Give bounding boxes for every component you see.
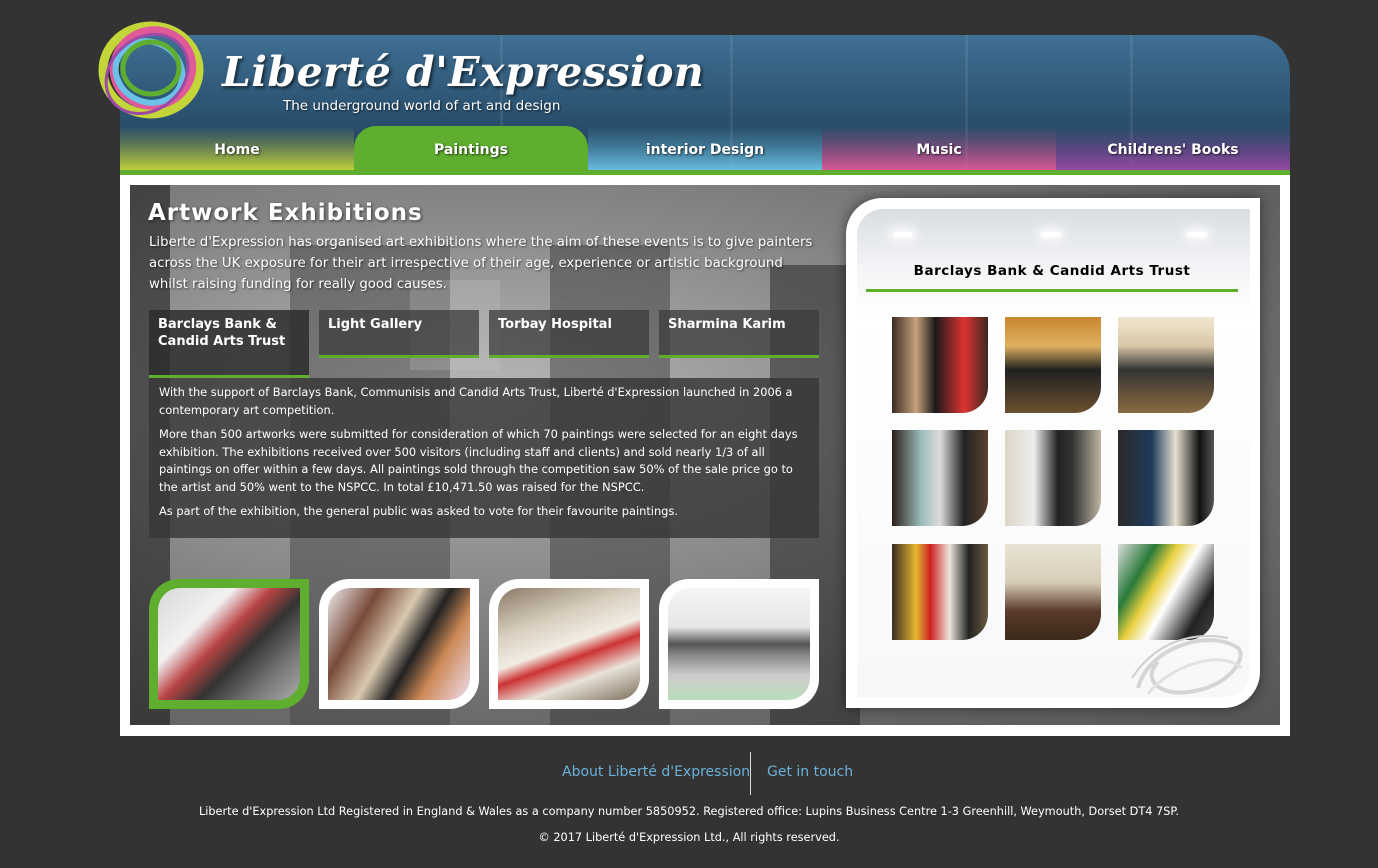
spotlight-icon bbox=[893, 232, 913, 237]
nav-item-childrens-books[interactable]: Childrens' Books bbox=[1056, 126, 1290, 172]
logo-subtitle: The underground world of art and design bbox=[283, 98, 561, 114]
decorative-swirl-icon bbox=[1131, 635, 1243, 695]
gallery-photo[interactable] bbox=[892, 430, 988, 526]
logo-title[interactable]: Liberté d'Expression bbox=[222, 48, 704, 96]
intro-text: Liberte d'Expression has organised art e… bbox=[149, 235, 813, 292]
page-title: Artwork Exhibitions bbox=[148, 200, 423, 226]
gallery-photo[interactable] bbox=[1005, 544, 1101, 640]
gallery-photo[interactable] bbox=[1005, 317, 1101, 413]
exhibition-thumbnail[interactable] bbox=[149, 579, 309, 709]
spotlight-icon bbox=[1041, 232, 1061, 237]
exhibition-photo bbox=[158, 588, 300, 700]
tab-label: Barclays Bank & Candid Arts Trust bbox=[158, 317, 286, 349]
exhibition-photo bbox=[328, 588, 470, 700]
contact-link[interactable]: Get in touch bbox=[767, 764, 853, 780]
main-nav: Home Paintings interior Design Music Chi… bbox=[120, 126, 1290, 172]
nav-item-label: Childrens' Books bbox=[1107, 142, 1239, 158]
nav-item-label: Home bbox=[214, 142, 260, 158]
tab-barclays-bank[interactable]: Barclays Bank & Candid Arts Trust bbox=[149, 310, 309, 378]
nav-item-label: Paintings bbox=[434, 142, 508, 158]
spotlight-icon bbox=[1187, 232, 1207, 237]
nav-item-interior-design[interactable]: interior Design bbox=[588, 126, 822, 172]
gallery-title: Barclays Bank & Candid Arts Trust bbox=[913, 263, 1191, 279]
footer-copyright: © 2017 Liberté d'Expression Ltd., All ri… bbox=[538, 831, 840, 844]
footer-divider bbox=[750, 752, 751, 795]
nav-item-music[interactable]: Music bbox=[822, 126, 1056, 172]
exhibition-thumbnail[interactable] bbox=[489, 579, 649, 709]
gallery-photo[interactable] bbox=[892, 317, 988, 413]
footer-registration: Liberte d'Expression Ltd Registered in E… bbox=[198, 805, 1180, 818]
gallery-photo[interactable] bbox=[892, 544, 988, 640]
nav-item-home[interactable]: Home bbox=[120, 126, 354, 172]
gallery-photo[interactable] bbox=[1118, 430, 1214, 526]
footer-links: About Liberté d'Expression Get in touch bbox=[0, 764, 1378, 784]
description-paragraph: More than 500 artworks were submitted fo… bbox=[159, 427, 798, 494]
exhibition-photo bbox=[668, 588, 810, 700]
gallery-photo[interactable] bbox=[1005, 430, 1101, 526]
description-paragraph: With the support of Barclays Bank, Commu… bbox=[159, 385, 793, 417]
nav-item-label: Music bbox=[916, 142, 962, 158]
logo-swirl-icon[interactable] bbox=[95, 18, 207, 122]
tab-label: Sharmina Karim bbox=[668, 317, 786, 332]
nav-item-label: interior Design bbox=[645, 142, 765, 158]
exhibition-description: With the support of Barclays Bank, Commu… bbox=[149, 378, 819, 538]
exhibition-thumbnail[interactable] bbox=[319, 579, 479, 709]
exhibition-photo bbox=[498, 588, 640, 700]
tab-light-gallery[interactable]: Light Gallery bbox=[319, 310, 479, 358]
nav-item-paintings[interactable]: Paintings bbox=[354, 126, 588, 172]
gallery-photo[interactable] bbox=[1118, 317, 1214, 413]
tab-label: Light Gallery bbox=[328, 317, 423, 332]
tab-sharmina-karim[interactable]: Sharmina Karim bbox=[659, 310, 819, 358]
gallery-divider bbox=[866, 289, 1238, 292]
about-link[interactable]: About Liberté d'Expression bbox=[562, 764, 750, 780]
description-paragraph: As part of the exhibition, the general p… bbox=[159, 504, 678, 518]
exhibition-thumbnail[interactable] bbox=[659, 579, 819, 709]
tab-label: Torbay Hospital bbox=[498, 317, 612, 332]
tab-torbay-hospital[interactable]: Torbay Hospital bbox=[489, 310, 649, 358]
